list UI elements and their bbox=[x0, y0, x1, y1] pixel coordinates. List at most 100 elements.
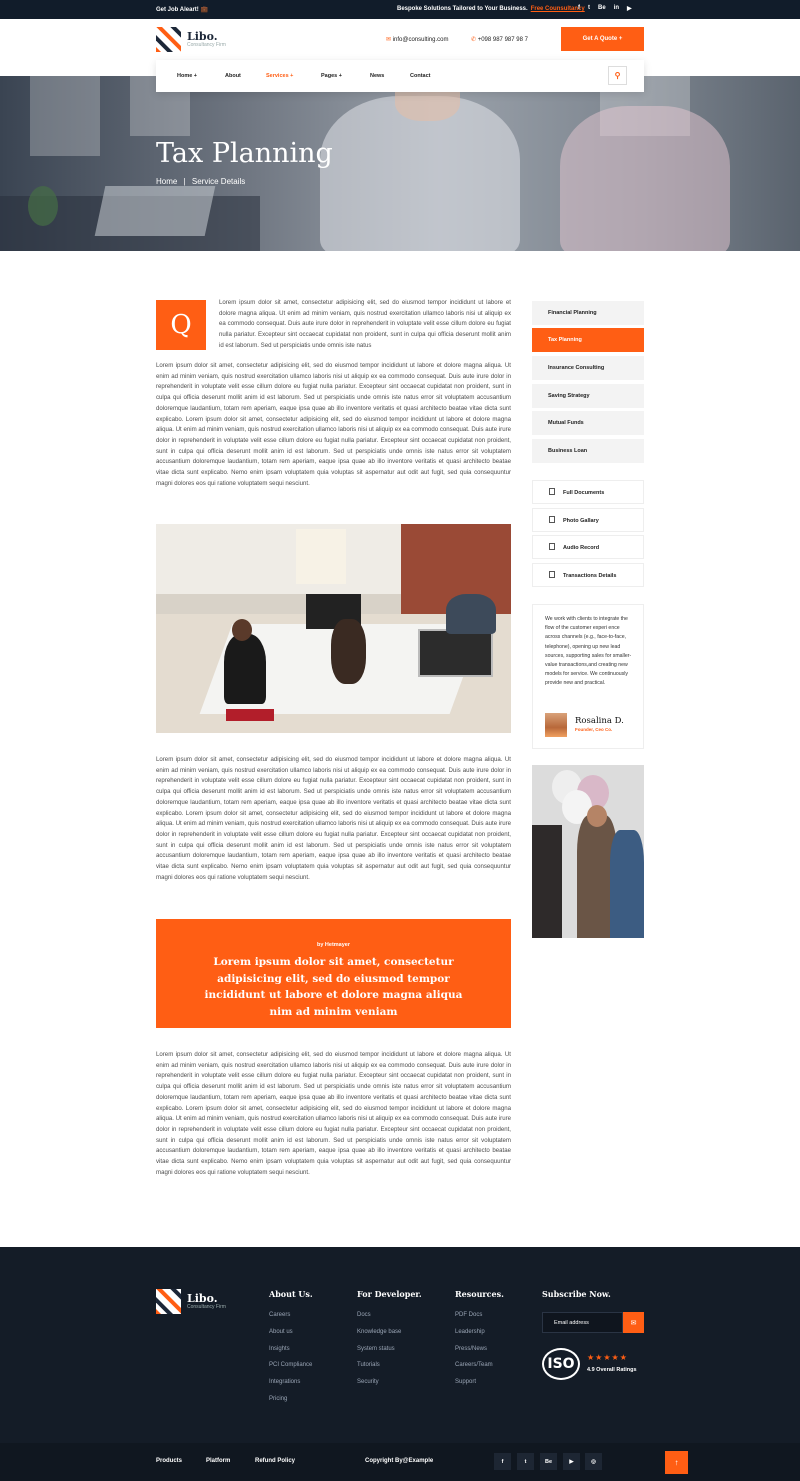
header-email[interactable]: ✉ info@consulting.com bbox=[386, 36, 449, 43]
nav-pages[interactable]: Pages + bbox=[321, 73, 342, 79]
person-figure bbox=[610, 830, 644, 938]
doc-full-documents[interactable]: Full Documents bbox=[532, 480, 644, 504]
service-insurance-consulting[interactable]: Insurance Consulting bbox=[532, 356, 644, 380]
document-icon bbox=[549, 543, 555, 550]
footer-link[interactable]: PDF Docs bbox=[455, 1312, 482, 1318]
twitter-icon[interactable]: t bbox=[588, 5, 590, 12]
nav-about[interactable]: About bbox=[225, 73, 241, 79]
nav-contact[interactable]: Contact bbox=[410, 73, 430, 79]
bottom-link-platform[interactable]: Platform bbox=[206, 1458, 230, 1464]
logo-icon bbox=[156, 1289, 181, 1314]
footer-link[interactable]: System status bbox=[357, 1346, 395, 1352]
top-bar: Get Job Aleart! 💼 Bespoke Solutions Tail… bbox=[0, 0, 800, 19]
youtube-icon[interactable]: ▶ bbox=[627, 5, 632, 12]
behance-icon[interactable]: Be bbox=[598, 5, 606, 12]
facebook-icon[interactable]: f bbox=[494, 1453, 511, 1470]
brand-sub: Consultancy Firm bbox=[187, 1303, 226, 1310]
footer-col-title: Resources. bbox=[455, 1289, 504, 1299]
brand-name: Libo. bbox=[187, 1291, 218, 1305]
footer-link[interactable]: Insights bbox=[269, 1346, 290, 1352]
footer-logo[interactable]: Libo. Consultancy Firm bbox=[156, 1289, 226, 1314]
person-figure bbox=[331, 619, 366, 684]
document-icon bbox=[549, 571, 555, 578]
person-figure bbox=[532, 825, 562, 938]
header-phone-text: +098 987 987 98 7 bbox=[477, 37, 528, 43]
main-nav: Home + About Services + Pages + News Con… bbox=[156, 60, 644, 92]
page-title: Tax Planning bbox=[156, 138, 333, 169]
testimonial-text: We work with clients to integrate the fl… bbox=[545, 616, 632, 687]
doc-label: Transactions Details bbox=[563, 572, 617, 579]
bottom-link-refund[interactable]: Refund Policy bbox=[255, 1458, 295, 1464]
body-paragraph-2: Lorem ipsum dolor sit amet, consectetur … bbox=[156, 756, 511, 881]
nav-news[interactable]: News bbox=[370, 73, 384, 79]
dropcap: Q bbox=[156, 300, 206, 350]
brand-name: Libo. bbox=[187, 29, 218, 43]
footer-link[interactable]: Leadership bbox=[455, 1329, 485, 1335]
footer-link[interactable]: PCI Compliance bbox=[269, 1362, 312, 1368]
search-icon: ⚲ bbox=[614, 71, 621, 80]
footer-link[interactable]: Support bbox=[455, 1379, 476, 1385]
linkedin-icon[interactable]: in bbox=[614, 5, 619, 12]
body-paragraph: Lorem ipsum dolor sit amet, consectetur … bbox=[156, 362, 511, 487]
red-folder bbox=[226, 709, 274, 721]
hero-laptop bbox=[94, 186, 216, 236]
person-head bbox=[232, 619, 252, 641]
breadcrumb-home[interactable]: Home bbox=[156, 177, 177, 186]
twitter-icon[interactable]: t bbox=[517, 1453, 534, 1470]
email-input[interactable]: Email address bbox=[542, 1312, 623, 1333]
footer-link[interactable]: About us bbox=[269, 1329, 293, 1335]
bottom-link-products[interactable]: Products bbox=[156, 1458, 182, 1464]
footer-link[interactable]: Careers/Team bbox=[455, 1362, 493, 1368]
hero-plant bbox=[28, 186, 58, 226]
hero-window bbox=[30, 76, 100, 156]
doc-label: Full Documents bbox=[563, 489, 605, 496]
breadcrumb-separator: | bbox=[183, 177, 186, 186]
phone-icon: ✆ bbox=[471, 37, 477, 43]
office-image bbox=[156, 524, 511, 733]
mail-icon: ✉ bbox=[386, 37, 392, 43]
breadcrumb: Home | Service Details bbox=[156, 177, 245, 186]
footer-link[interactable]: Pricing bbox=[269, 1396, 287, 1402]
service-business-loan[interactable]: Business Loan bbox=[532, 439, 644, 463]
behance-icon[interactable]: Be bbox=[540, 1453, 557, 1470]
intro-paragraph: Lorem ipsum dolor sit amet, consectetur … bbox=[219, 299, 511, 349]
footer-link[interactable]: Docs bbox=[357, 1312, 371, 1318]
free-consultancy-link[interactable]: Free Counsultancy bbox=[531, 6, 585, 12]
service-financial-planning[interactable]: Financial Planning bbox=[532, 301, 644, 325]
get-quote-button[interactable]: Get A Quote + bbox=[561, 27, 644, 51]
instagram-icon[interactable]: ◎ bbox=[585, 1453, 602, 1470]
testimonial-author: Rosalina D. bbox=[575, 716, 624, 726]
youtube-icon[interactable]: ▶ bbox=[563, 1453, 580, 1470]
footer-link[interactable]: Careers bbox=[269, 1312, 290, 1318]
document-icon bbox=[549, 488, 555, 495]
nav-home[interactable]: Home + bbox=[177, 73, 197, 79]
footer-link[interactable]: Press/News bbox=[455, 1346, 487, 1352]
footer-link[interactable]: Security bbox=[357, 1379, 379, 1385]
rating-text: 4.9 Overall Ratings bbox=[587, 1367, 637, 1373]
testimonial-role: Founder, Ceo Co. bbox=[575, 727, 613, 732]
job-alert-link[interactable]: Get Job Aleart! 💼 bbox=[156, 6, 208, 13]
monitor bbox=[418, 629, 493, 677]
subscribe-button[interactable]: ✉ bbox=[623, 1312, 644, 1333]
footer-link[interactable]: Integrations bbox=[269, 1379, 300, 1385]
arrow-up-icon: ↑ bbox=[674, 1458, 679, 1467]
person-figure bbox=[446, 594, 496, 634]
doc-audio-record[interactable]: Audio Record bbox=[532, 535, 644, 559]
header-email-text: info@consulting.com bbox=[392, 37, 449, 43]
doc-photo-gallery[interactable]: Photo Gallary bbox=[532, 508, 644, 532]
scroll-top-button[interactable]: ↑ bbox=[665, 1451, 688, 1474]
service-mutual-funds[interactable]: Mutual Funds bbox=[532, 411, 644, 435]
footer-link[interactable]: Knowledge base bbox=[357, 1329, 401, 1335]
service-tax-planning[interactable]: Tax Planning bbox=[532, 328, 644, 352]
footer-link[interactable]: Tutorials bbox=[357, 1362, 380, 1368]
service-saving-strategy[interactable]: Saving Strategy bbox=[532, 384, 644, 408]
header-phone[interactable]: ✆ +098 987 987 98 7 bbox=[471, 36, 528, 43]
nav-services[interactable]: Services + bbox=[266, 73, 293, 79]
doc-transactions-details[interactable]: Transactions Details bbox=[532, 563, 644, 587]
search-button[interactable]: ⚲ bbox=[608, 66, 627, 85]
testimonial-card: We work with clients to integrate the fl… bbox=[532, 604, 644, 749]
quote-text: Lorem ipsum dolor sit amet, consectetur … bbox=[204, 956, 463, 1018]
facebook-icon[interactable]: f bbox=[578, 5, 580, 12]
logo-icon bbox=[156, 27, 181, 52]
logo[interactable]: Libo. Consultancy Firm bbox=[156, 27, 226, 52]
